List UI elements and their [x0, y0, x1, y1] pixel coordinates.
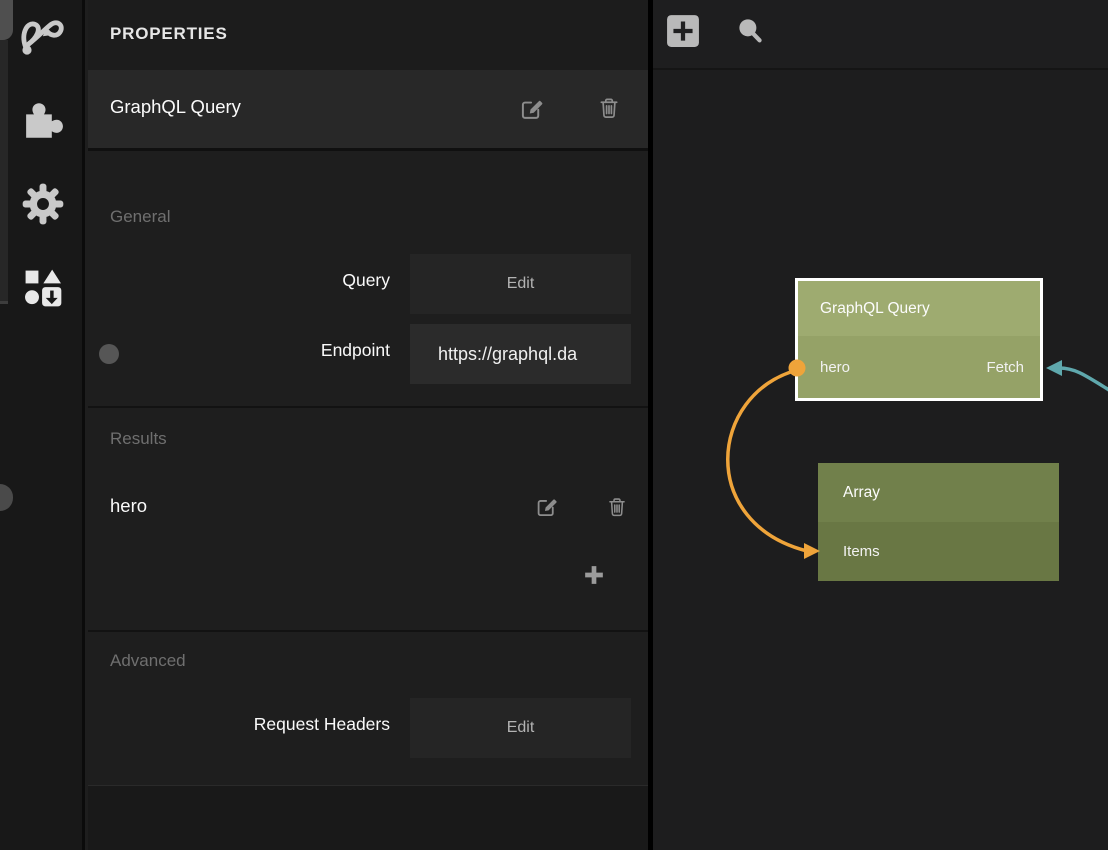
puzzle-icon: [20, 96, 66, 147]
section-label-general: General: [110, 207, 170, 227]
panel-drag-handle[interactable]: [0, 484, 13, 511]
node-graphql-query[interactable]: GraphQL Query hero Fetch: [795, 278, 1043, 401]
port-items[interactable]: Items: [843, 543, 880, 560]
connection-offscreen-to-fetch: [1059, 368, 1108, 390]
node-title: GraphQL Query: [798, 281, 1040, 336]
request-headers-edit-button[interactable]: Edit: [410, 698, 631, 758]
section-divider: [88, 630, 648, 632]
node-canvas[interactable]: GraphQL Query hero Fetch Array Items: [653, 0, 1108, 850]
result-item-name: hero: [110, 495, 310, 517]
node-ports-row: hero Fetch: [798, 336, 1040, 398]
delete-result-button[interactable]: [602, 494, 632, 524]
query-label: Query: [88, 270, 390, 291]
sidebar-item-plugins[interactable]: [0, 89, 85, 153]
edit-icon: [535, 494, 559, 523]
selected-node-row[interactable]: GraphQL Query: [88, 70, 648, 151]
properties-header: PROPERTIES: [88, 0, 648, 70]
query-edit-button[interactable]: Edit: [410, 254, 631, 314]
add-result-button[interactable]: [579, 562, 609, 592]
endpoint-label: Endpoint: [88, 340, 390, 361]
edit-icon: [519, 95, 545, 126]
components-icon: [21, 266, 65, 315]
gear-icon: [20, 181, 66, 232]
section-label-results: Results: [110, 429, 167, 449]
sidebar-item-components[interactable]: [0, 258, 85, 322]
sidebar-item-nodes[interactable]: [0, 4, 85, 68]
sidebar: [0, 0, 85, 850]
port-hero[interactable]: hero: [820, 359, 850, 376]
section-label-advanced: Advanced: [110, 651, 186, 671]
request-headers-label: Request Headers: [88, 714, 390, 735]
sidebar-item-settings[interactable]: [0, 174, 85, 238]
connection-arrowhead-fetch: [1046, 360, 1062, 376]
search-icon: [733, 14, 767, 53]
panel-footer-area: [88, 785, 648, 850]
node-title: Array: [818, 463, 1059, 522]
node-array[interactable]: Array Items: [818, 463, 1059, 581]
noodl-logo-icon: [17, 8, 69, 65]
search-button[interactable]: [733, 16, 767, 50]
endpoint-input[interactable]: [410, 324, 631, 384]
port-fetch[interactable]: Fetch: [986, 359, 1024, 376]
selected-node-name: GraphQL Query: [110, 96, 241, 118]
section-divider: [88, 406, 648, 408]
trash-icon: [597, 96, 621, 125]
delete-node-button[interactable]: [594, 95, 624, 125]
properties-panel: PROPERTIES GraphQL Query: [88, 0, 648, 850]
edit-result-button[interactable]: [532, 493, 562, 523]
trash-icon: [606, 496, 628, 523]
app-window: PROPERTIES GraphQL Query: [0, 0, 1108, 850]
connections-layer: [653, 0, 1108, 850]
plus-icon: [666, 14, 700, 53]
panel-title: PROPERTIES: [110, 24, 228, 44]
add-node-button[interactable]: [666, 16, 700, 50]
rename-node-button[interactable]: [517, 95, 547, 125]
canvas-toolbar: [653, 0, 1108, 70]
node-ports-row: Items: [818, 522, 1059, 581]
plus-icon: [581, 562, 607, 593]
